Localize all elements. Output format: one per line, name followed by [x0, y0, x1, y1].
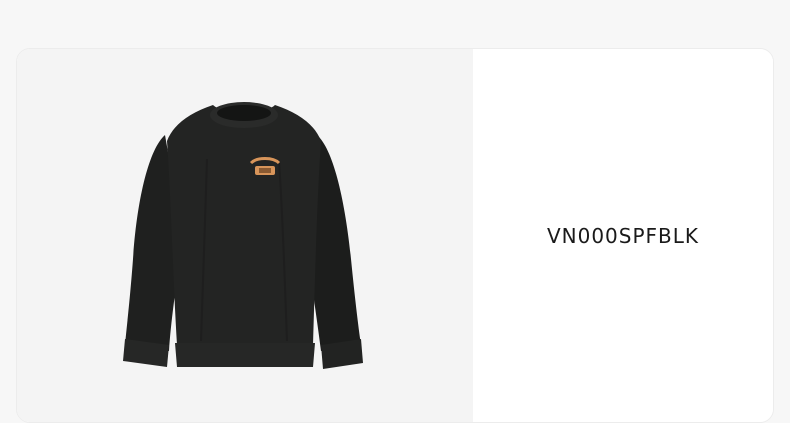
sweatshirt-body	[167, 105, 321, 345]
page: VN000SPFBLK	[0, 0, 790, 423]
hem-band	[175, 343, 315, 367]
product-image-pane[interactable]	[17, 49, 473, 422]
sweatshirt-image	[123, 102, 363, 369]
collar-inner	[217, 105, 271, 121]
product-card[interactable]: VN000SPFBLK	[16, 48, 774, 423]
product-sku: VN000SPFBLK	[546, 223, 700, 248]
product-info-pane: VN000SPFBLK	[473, 49, 773, 422]
